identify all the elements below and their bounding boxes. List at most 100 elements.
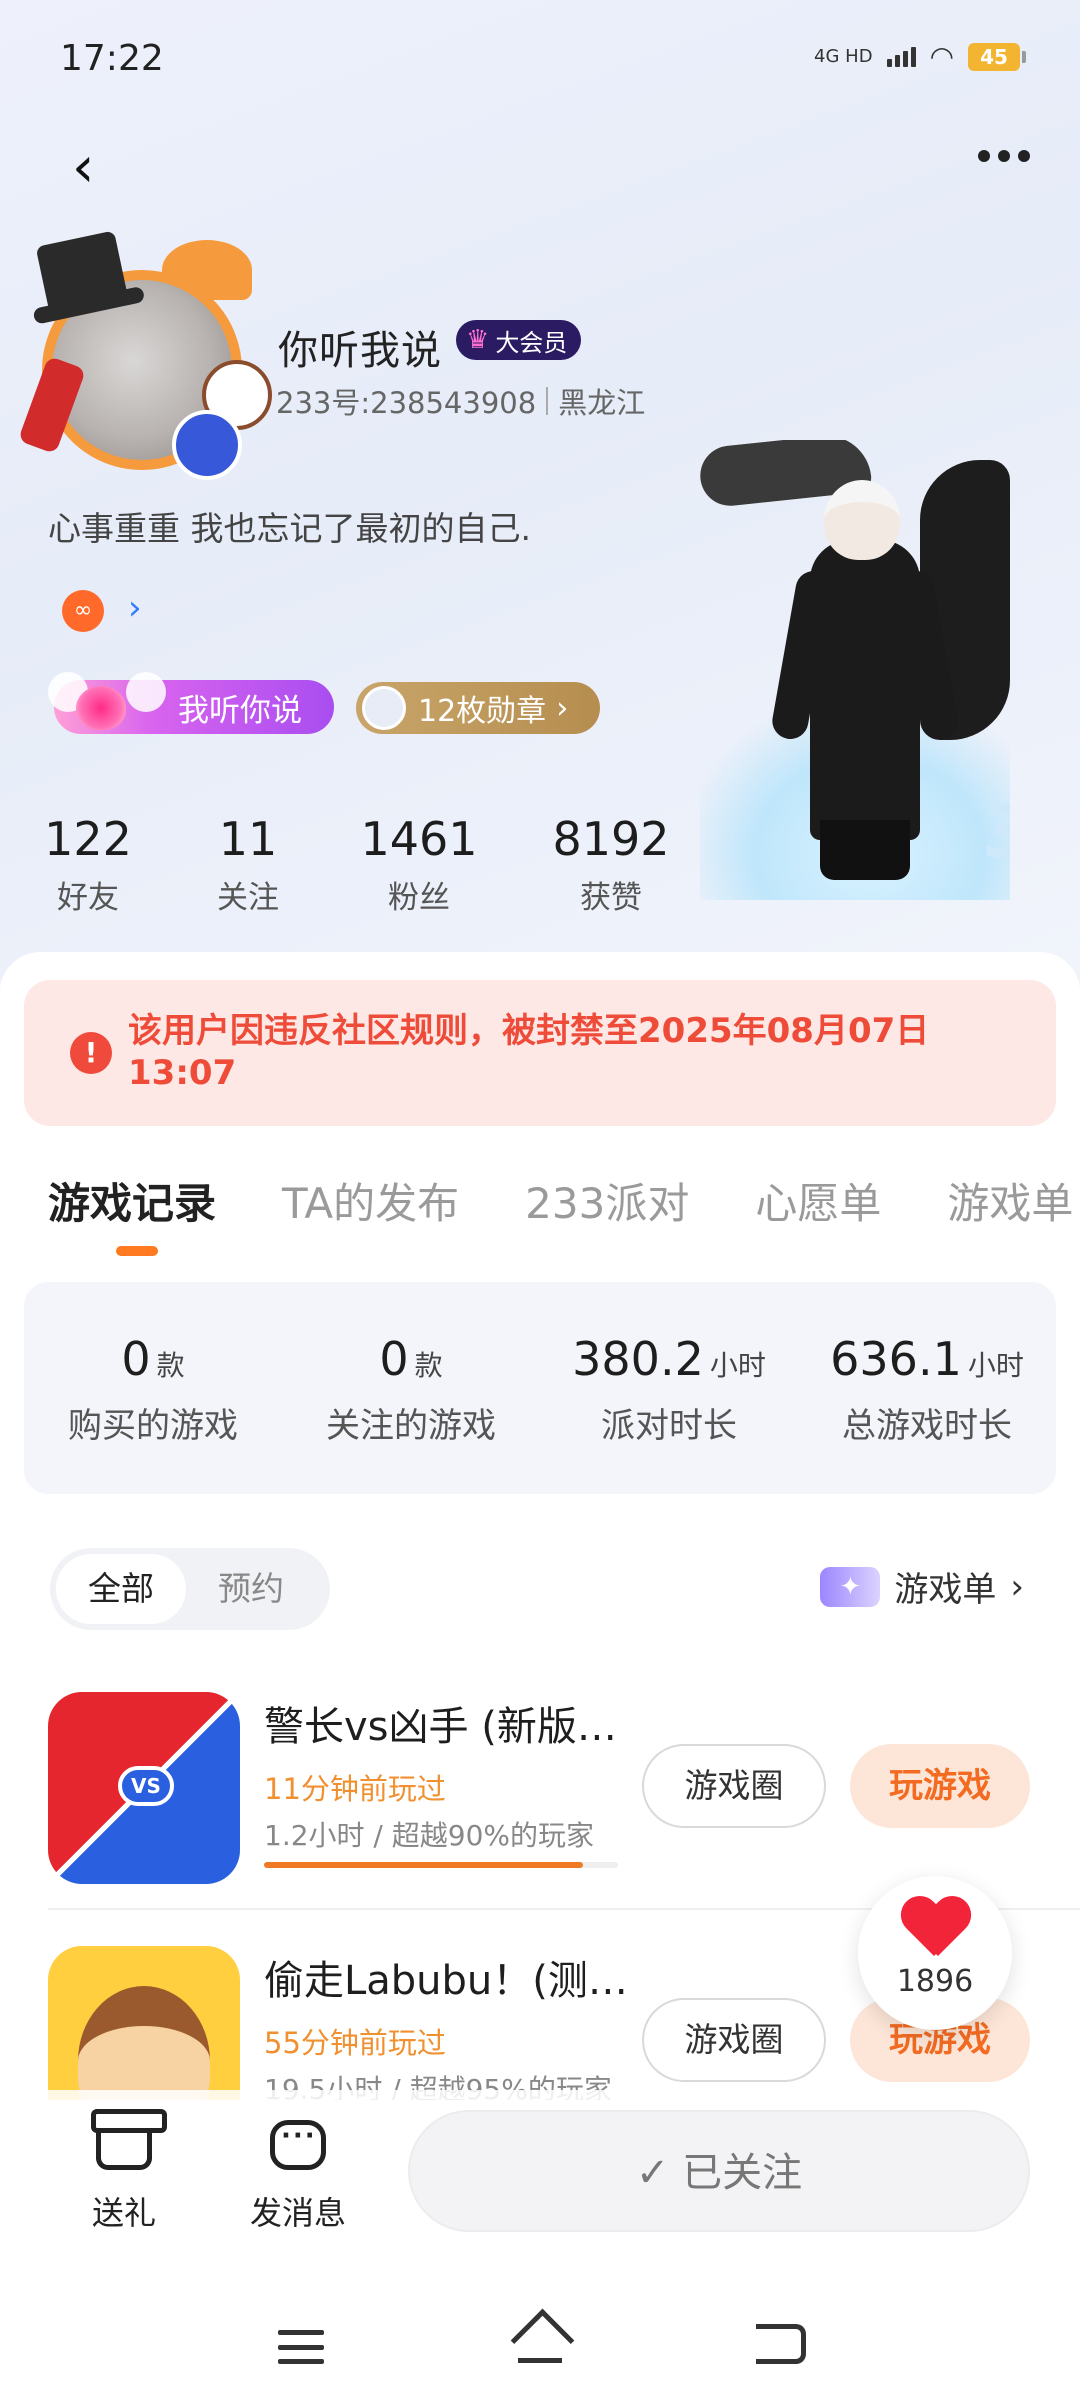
summary-unit: 款 [156,1349,185,1382]
filter-reserve[interactable]: 预约 [186,1554,316,1624]
game-title[interactable]: 偷走Labubu！(测… [264,1948,634,2006]
alert-icon: ! [70,1032,112,1074]
chevron-right-icon: › [1010,1566,1024,1607]
summary-unit: 小时 [709,1349,766,1382]
title-badge-label: 我听你说 [178,692,302,729]
message-button[interactable]: 发消息 [238,2090,358,2234]
game-last-played: 11分钟前玩过 [264,1772,446,1806]
gift-button[interactable]: 送礼 [64,2090,184,2234]
stat-value: 1461 [360,812,478,866]
game-playtime: 1.2小时 / 超越90%的玩家 [264,1819,594,1852]
stat-value: 122 [44,812,132,866]
avatar[interactable] [17,230,272,480]
user-id-row: 233号:238543908 黑龙江 [276,380,645,422]
wifi-icon: ◠ [929,40,954,73]
divider [546,387,549,415]
gift-icon [91,2109,167,2170]
game-last-played: 55分钟前玩过 [264,2026,446,2060]
game-list-link[interactable]: ✦ 游戏单 › [820,1562,1024,1611]
like-button[interactable]: 1896 [858,1876,1012,2030]
tab-posts[interactable]: TA的发布 [282,1170,459,1231]
battery-icon: 45 [968,42,1026,71]
stat-likes[interactable]: 8192 获赞 [546,812,676,917]
network-label: 4G HD [814,46,873,67]
home-icon[interactable] [512,2318,568,2368]
bottom-action-bar: 送礼 发消息 ✓ 已关注 [0,2090,1080,2280]
menu-icon[interactable] [278,2330,324,2364]
interest-tag-icon[interactable]: ∞ [62,590,104,632]
back-nav-icon[interactable] [756,2324,806,2364]
title-badge[interactable]: 我听你说 [48,672,334,734]
medal-icon [362,686,406,730]
stat-fans[interactable]: 1461 粉丝 [356,812,482,917]
summary-unit: 小时 [967,1349,1024,1382]
stat-label: 粉丝 [388,880,450,916]
summary-label: 派对时长 [601,1406,737,1446]
like-count: 1896 [896,1964,974,1999]
character-head [824,480,900,560]
stat-label: 获赞 [580,880,642,916]
summary-total-time[interactable]: 636.1 小时 总游戏时长 [798,1282,1056,1494]
tab-wishlist[interactable]: 心愿单 [755,1170,881,1231]
vip-label: 大会员 [495,328,568,357]
summary-label: 购买的游戏 [68,1406,238,1446]
game-icon[interactable] [48,1946,240,2100]
chat-icon [270,2120,326,2170]
chevron-right-icon: › [556,690,569,726]
tab-game-records[interactable]: 游戏记录 [48,1170,216,1231]
user-id: 233号:238543908 [276,386,537,420]
top-hat-decoration [35,230,129,316]
stat-following[interactable]: 11 关注 [200,812,296,917]
summary-value: 380.2 [572,1332,704,1386]
filter-all[interactable]: 全部 [56,1554,186,1624]
user-bio: 心事重重 我也忘记了最初的自己. [48,509,531,548]
game-circle-button[interactable]: 游戏圈 [642,1744,826,1828]
labubu-icon [78,1986,210,2100]
crown-icon: ♛ [466,325,490,355]
chibi-decoration-2 [172,410,242,480]
vip-badge[interactable]: ♛ 大会员 [456,320,582,360]
watermark-233: 33 [982,790,1010,874]
play-game-button[interactable]: 玩游戏 [850,1744,1030,1828]
active-tab-indicator [116,1246,158,1256]
message-label: 发消息 [249,2194,346,2232]
stat-friends[interactable]: 122 好友 [40,812,136,917]
chevron-right-icon[interactable]: › [128,588,142,628]
summary-value: 0 [121,1332,151,1386]
filter-segmented-control: 全部 预约 [50,1548,330,1630]
stat-label: 关注 [217,880,279,916]
system-navigation-bar [0,2280,1080,2408]
summary-party-time[interactable]: 380.2 小时 派对时长 [540,1282,798,1494]
game-list-label: 游戏单 [894,1570,997,1610]
summary-label: 关注的游戏 [326,1406,496,1446]
ban-notice: ! 该用户因违反社区规则，被封禁至2025年08月07日 13:07 [24,980,1056,1126]
summary-label: 总游戏时长 [842,1406,1012,1446]
user-region: 黑龙江 [558,386,646,420]
sparkle-icon: ✦ [820,1566,881,1607]
game-summary-card: 0款 购买的游戏 0款 关注的游戏 380.2 小时 派对时长 636.1 小时 总… [24,1282,1056,1494]
more-options-icon[interactable] [978,150,1030,162]
summary-followed[interactable]: 0款 关注的游戏 [282,1282,540,1494]
game-icon[interactable]: VS [48,1692,240,1884]
game-progress-fill [264,1862,583,1868]
gift-label: 送礼 [91,2194,156,2232]
summary-purchased[interactable]: 0款 购买的游戏 [24,1282,282,1494]
summary-unit: 款 [414,1349,443,1382]
game-title[interactable]: 警长vs凶手 (新版… [264,1694,634,1752]
profile-tabs: 游戏记录 TA的发布 233派对 心愿单 游戏单 [48,1170,1080,1231]
medals-button[interactable]: 12枚勋章 › [356,682,600,734]
tab-233-party[interactable]: 233派对 [525,1170,689,1231]
ban-notice-text: 该用户因违反社区规则，被封禁至2025年08月07日 13:07 [128,1011,930,1093]
stat-value: 11 [218,812,278,866]
tab-game-list[interactable]: 游戏单 [947,1170,1073,1231]
vs-icon: VS [118,1766,174,1806]
medals-label: 12枚勋章 [418,694,547,729]
hearts-icon [48,668,168,738]
game-circle-button[interactable]: 游戏圈 [642,1998,826,2082]
username: 你听我说 [278,328,442,374]
back-icon[interactable]: ‹ [72,140,122,200]
followed-button[interactable]: ✓ 已关注 [408,2110,1030,2232]
avatar-character-figure[interactable]: 33 [700,440,1010,900]
heart-icon [900,1898,970,1960]
signal-icon [886,46,916,67]
